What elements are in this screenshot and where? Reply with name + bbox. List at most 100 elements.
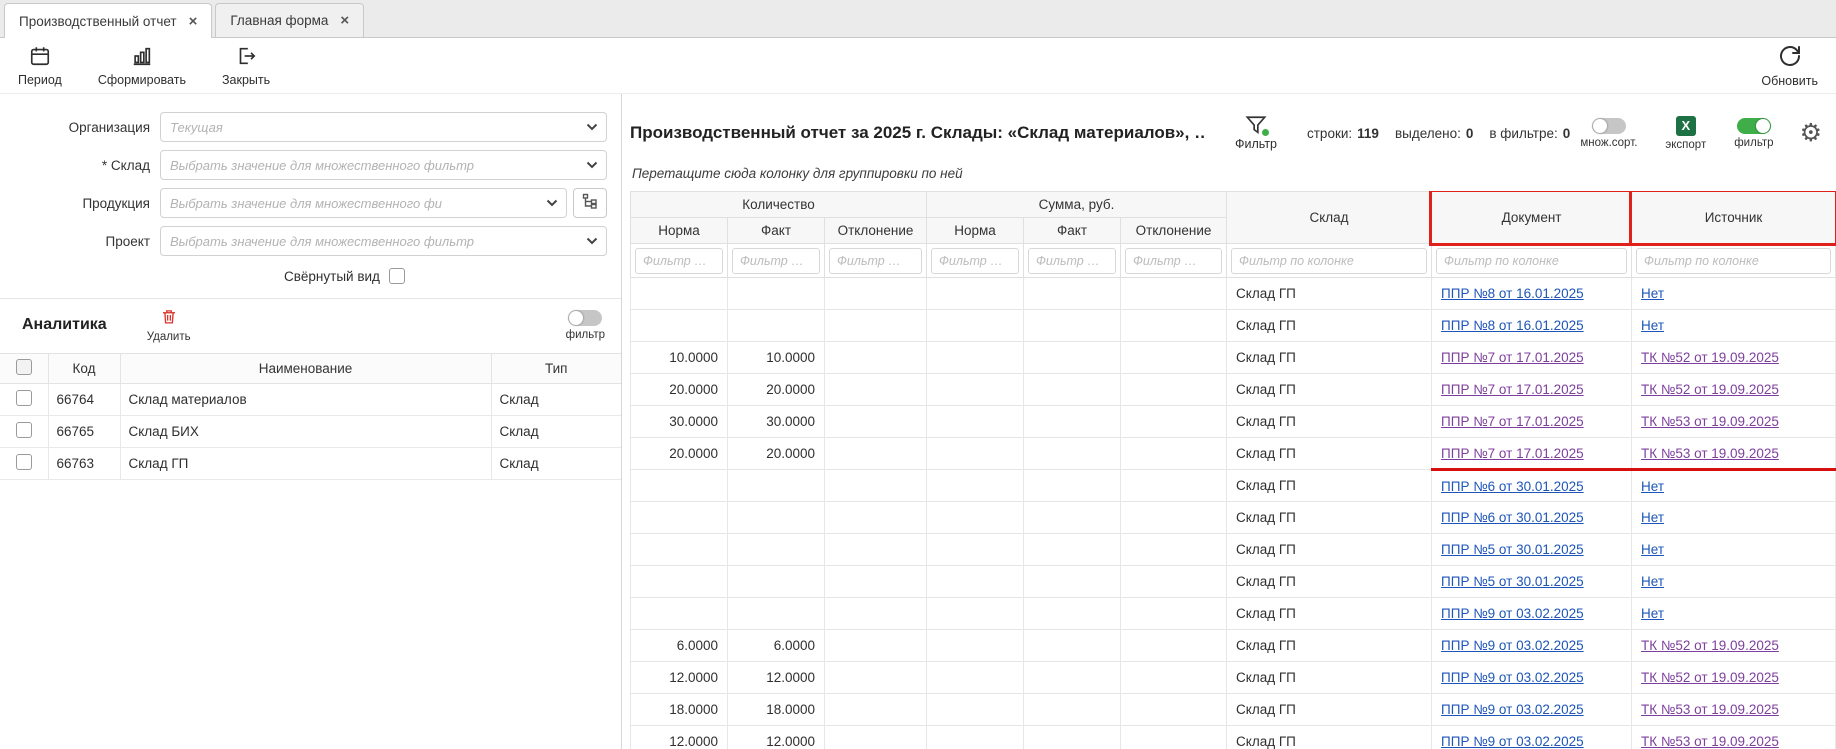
tab-close-icon[interactable] — [340, 13, 349, 28]
analytics-row[interactable]: 66765Склад БИХСклад — [0, 416, 621, 448]
report-row[interactable]: Склад ГПППР №6 от 30.01.2025Нет — [631, 470, 1836, 502]
product-input[interactable] — [160, 188, 567, 218]
warehouse-input[interactable] — [160, 150, 607, 180]
document-link[interactable]: ППР №9 от 03.02.2025 — [1441, 606, 1584, 621]
document-link[interactable]: ППР №8 от 16.01.2025 — [1441, 286, 1584, 301]
collapsed-view-checkbox[interactable] — [389, 268, 405, 284]
report-row[interactable]: Склад ГПППР №8 от 16.01.2025Нет — [631, 278, 1836, 310]
report-row[interactable]: Склад ГПППР №5 от 30.01.2025Нет — [631, 534, 1836, 566]
report-row[interactable]: 10.000010.0000Склад ГПППР №7 от 17.01.20… — [631, 342, 1836, 374]
column-header-fact[interactable]: Факт — [1024, 218, 1121, 244]
document-link[interactable]: ППР №7 от 17.01.2025 — [1441, 382, 1584, 397]
source-link[interactable]: ТК №53 от 19.09.2025 — [1641, 446, 1779, 461]
column-header-deviation[interactable]: Отклонение — [825, 218, 927, 244]
source-link[interactable]: Нет — [1641, 286, 1664, 301]
analytics-filter-toggle[interactable]: фильтр — [566, 310, 605, 341]
filter-input-qty-deviation[interactable] — [829, 248, 922, 274]
document-link[interactable]: ППР №9 от 03.02.2025 — [1441, 670, 1584, 685]
report-row[interactable]: 12.000012.0000Склад ГПППР №9 от 03.02.20… — [631, 726, 1836, 749]
delete-button[interactable]: Удалить — [147, 307, 191, 343]
document-link[interactable]: ППР №5 от 30.01.2025 — [1441, 542, 1584, 557]
refresh-button[interactable]: Обновить — [1761, 44, 1818, 88]
tab-close-icon[interactable] — [189, 14, 198, 29]
report-row[interactable]: 18.000018.0000Склад ГПППР №9 от 03.02.20… — [631, 694, 1836, 726]
filter-input-sum-deviation[interactable] — [1125, 248, 1222, 274]
chevron-down-icon[interactable] — [586, 161, 598, 169]
select-all-checkbox[interactable] — [16, 359, 32, 375]
period-button[interactable]: Период — [18, 45, 62, 87]
source-link[interactable]: ТК №53 от 19.09.2025 — [1641, 734, 1779, 749]
report-row[interactable]: 6.00006.0000Склад ГПППР №9 от 03.02.2025… — [631, 630, 1836, 662]
document-link[interactable]: ППР №5 от 30.01.2025 — [1441, 574, 1584, 589]
source-link[interactable]: ТК №53 от 19.09.2025 — [1641, 702, 1779, 717]
row-checkbox[interactable] — [16, 390, 32, 406]
column-header-warehouse[interactable]: Склад — [1227, 192, 1432, 244]
document-link[interactable]: ППР №9 от 03.02.2025 — [1441, 734, 1584, 749]
filter-input-document[interactable] — [1436, 248, 1627, 274]
row-checkbox[interactable] — [16, 454, 32, 470]
source-link[interactable]: ТК №52 от 19.09.2025 — [1641, 382, 1779, 397]
source-link[interactable]: ТК №52 от 19.09.2025 — [1641, 670, 1779, 685]
grid-filter-toggle[interactable]: фильтр — [1734, 118, 1773, 149]
source-link[interactable]: ТК №53 от 19.09.2025 — [1641, 414, 1779, 429]
generate-button[interactable]: Сформировать — [98, 45, 186, 87]
filter-input-sum-fact[interactable] — [1028, 248, 1116, 274]
filter-input-sum-norm[interactable] — [931, 248, 1019, 274]
document-link[interactable]: ППР №7 от 17.01.2025 — [1441, 414, 1584, 429]
analytics-row[interactable]: 66763Склад ГПСклад — [0, 448, 621, 480]
excel-icon[interactable] — [1676, 116, 1696, 136]
report-row[interactable]: 30.000030.0000Склад ГПППР №7 от 17.01.20… — [631, 406, 1836, 438]
tab-production-report[interactable]: Производственный отчет — [4, 3, 212, 38]
source-link[interactable]: Нет — [1641, 542, 1664, 557]
filter-input-source[interactable] — [1636, 248, 1831, 274]
tree-select-button[interactable] — [573, 188, 607, 218]
column-header-type[interactable]: Тип — [491, 354, 621, 384]
settings-gear-icon[interactable] — [1800, 121, 1822, 146]
document-link[interactable]: ППР №7 от 17.01.2025 — [1441, 446, 1584, 461]
column-header-norm[interactable]: Норма — [927, 218, 1024, 244]
toggle-on-icon[interactable] — [1737, 118, 1771, 134]
organization-input[interactable] — [160, 112, 607, 142]
source-link[interactable]: Нет — [1641, 318, 1664, 333]
source-link[interactable]: Нет — [1641, 510, 1664, 525]
column-header-norm[interactable]: Норма — [631, 218, 728, 244]
document-link[interactable]: ППР №8 от 16.01.2025 — [1441, 318, 1584, 333]
column-header-name[interactable]: Наименование — [120, 354, 491, 384]
report-row[interactable]: Склад ГПППР №9 от 03.02.2025Нет — [631, 598, 1836, 630]
row-checkbox[interactable] — [16, 422, 32, 438]
document-link[interactable]: ППР №9 от 03.02.2025 — [1441, 638, 1584, 653]
report-row[interactable]: 20.000020.0000Склад ГПППР №7 от 17.01.20… — [631, 438, 1836, 470]
source-link[interactable]: Нет — [1641, 606, 1664, 621]
multi-sort-toggle[interactable]: множ.сорт. — [1580, 118, 1637, 149]
tab-main-form[interactable]: Главная форма — [215, 3, 364, 37]
report-row[interactable]: Склад ГПППР №6 от 30.01.2025Нет — [631, 502, 1836, 534]
source-link[interactable]: Нет — [1641, 479, 1664, 494]
report-row[interactable]: Склад ГПППР №8 от 16.01.2025Нет — [631, 310, 1836, 342]
document-link[interactable]: ППР №6 от 30.01.2025 — [1441, 479, 1584, 494]
column-header-fact[interactable]: Факт — [728, 218, 825, 244]
source-link[interactable]: Нет — [1641, 574, 1664, 589]
column-header-code[interactable]: Код — [48, 354, 120, 384]
report-row[interactable]: 20.000020.0000Склад ГПППР №7 от 17.01.20… — [631, 374, 1836, 406]
analytics-row[interactable]: 66764Склад материаловСклад — [0, 384, 621, 416]
document-link[interactable]: ППР №9 от 03.02.2025 — [1441, 702, 1584, 717]
chevron-down-icon[interactable] — [546, 199, 558, 207]
toggle-off-icon[interactable] — [568, 310, 602, 326]
filter-input-qty-norm[interactable] — [635, 248, 723, 274]
project-input[interactable] — [160, 226, 607, 256]
report-row[interactable]: 12.000012.0000Склад ГПППР №9 от 03.02.20… — [631, 662, 1836, 694]
toggle-off-icon[interactable] — [1592, 118, 1626, 134]
filter-input-warehouse[interactable] — [1231, 248, 1427, 274]
source-link[interactable]: ТК №52 от 19.09.2025 — [1641, 638, 1779, 653]
column-header-source[interactable]: Источник — [1632, 192, 1836, 244]
filter-button[interactable]: Фильтр — [1235, 115, 1277, 151]
filter-input-qty-fact[interactable] — [732, 248, 820, 274]
source-link[interactable]: ТК №52 от 19.09.2025 — [1641, 350, 1779, 365]
document-link[interactable]: ППР №6 от 30.01.2025 — [1441, 510, 1584, 525]
column-header-document[interactable]: Документ — [1432, 192, 1632, 244]
report-row[interactable]: Склад ГПППР №5 от 30.01.2025Нет — [631, 566, 1836, 598]
chevron-down-icon[interactable] — [586, 123, 598, 131]
chevron-down-icon[interactable] — [586, 237, 598, 245]
document-link[interactable]: ППР №7 от 17.01.2025 — [1441, 350, 1584, 365]
column-header-deviation[interactable]: Отклонение — [1121, 218, 1227, 244]
